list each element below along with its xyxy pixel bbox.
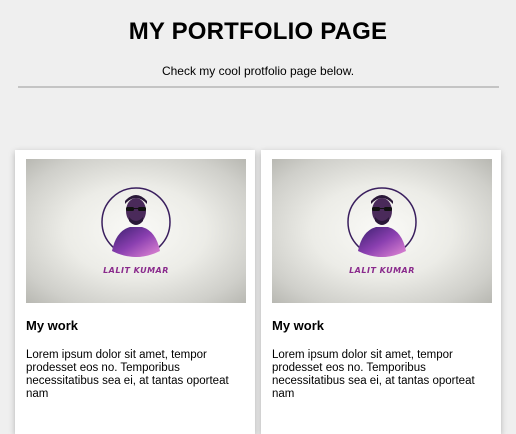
- logo-text: LALIT KUMAR: [349, 266, 415, 275]
- avatar-logo-icon: [347, 187, 417, 257]
- portfolio-card: LALIT KUMAR My work Lorem ipsum dolor si…: [261, 150, 501, 434]
- card-description: Lorem ipsum dolor sit amet, tempor prode…: [26, 349, 229, 400]
- page-subtitle: Check my cool protfolio page below.: [161, 64, 355, 78]
- card-description: Lorem ipsum dolor sit amet, tempor prode…: [272, 349, 475, 400]
- avatar-logo-icon: [101, 187, 171, 257]
- card-image: LALIT KUMAR: [272, 159, 492, 303]
- portfolio-gallery: LALIT KUMAR My work Lorem ipsum dolor si…: [11, 150, 507, 434]
- card-image: LALIT KUMAR: [26, 159, 246, 303]
- page-title: MY PORTFOLIO PAGE: [128, 18, 388, 45]
- logo-text: LALIT KUMAR: [103, 266, 169, 275]
- page-header: MY PORTFOLIO PAGE Check my cool protfoli…: [0, 0, 516, 78]
- card-title: My work: [26, 318, 79, 333]
- header-divider: [18, 86, 499, 88]
- portfolio-card: LALIT KUMAR My work Lorem ipsum dolor si…: [15, 150, 255, 434]
- card-title: My work: [272, 318, 325, 333]
